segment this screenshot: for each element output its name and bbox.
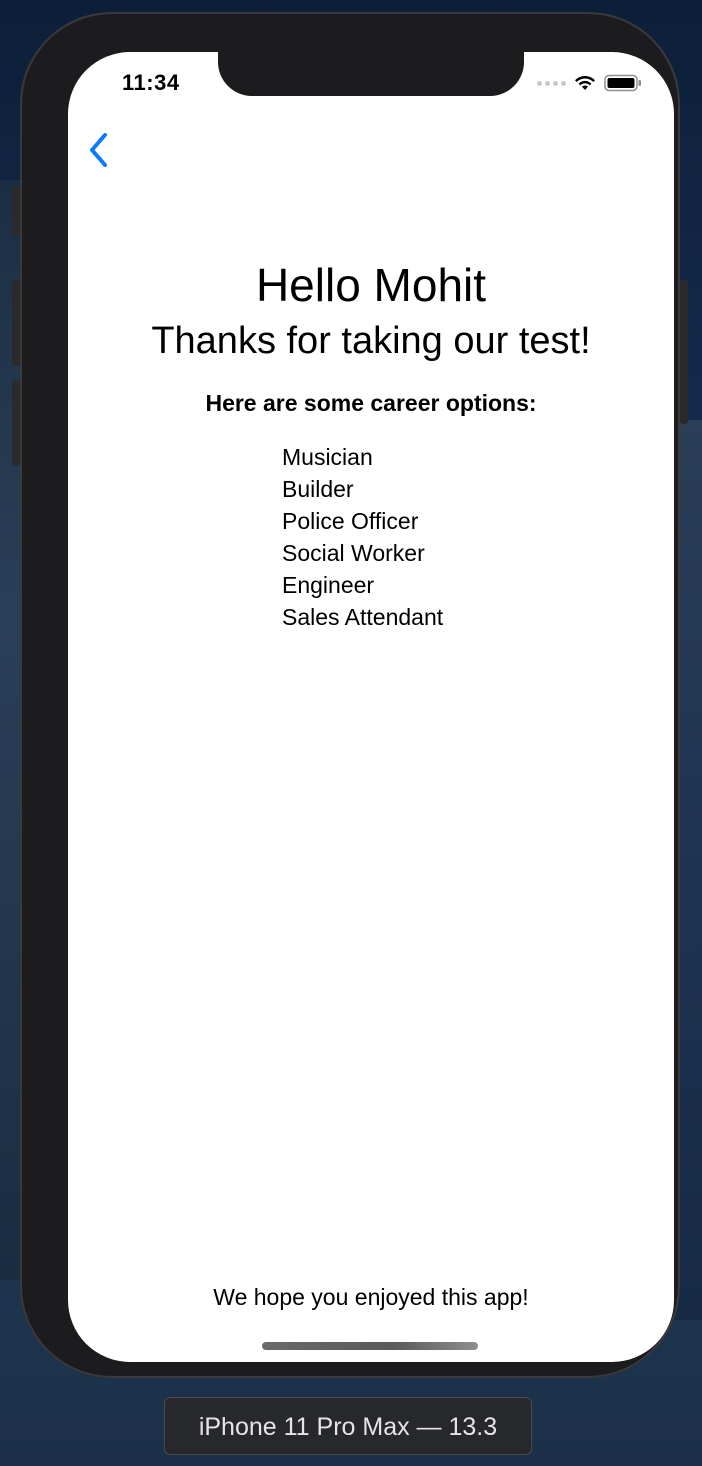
career-item: Musician: [282, 444, 373, 470]
back-button[interactable]: [86, 132, 112, 168]
cellular-signal-icon: [537, 80, 566, 86]
career-item: Social Worker: [282, 540, 425, 566]
simulator-device-label: iPhone 11 Pro Max — 13.3: [164, 1397, 532, 1455]
volume-down-button: [12, 380, 20, 466]
app-screen: 11:34 Hello Mohit Thanks for taking our …: [68, 52, 674, 1362]
career-options-heading: Here are some career options:: [205, 390, 537, 416]
volume-up-button: [12, 280, 20, 366]
status-time: 11:34: [122, 70, 180, 95]
battery-icon: [604, 74, 641, 92]
home-indicator[interactable]: [262, 1342, 478, 1350]
career-item: Engineer: [282, 572, 375, 598]
greeting-title: Hello Mohit: [255, 259, 487, 311]
status-icons: [537, 74, 642, 92]
wifi-icon: [575, 75, 595, 90]
career-item: Sales Attendant: [282, 604, 444, 630]
power-button: [680, 280, 688, 424]
career-item: Builder: [282, 476, 354, 502]
chevron-left-icon: [90, 133, 107, 167]
mute-switch: [12, 186, 20, 236]
career-item: Police Officer: [282, 508, 419, 534]
notch: [218, 52, 524, 96]
device-frame: 11:34 Hello Mohit Thanks for taking our …: [20, 12, 680, 1378]
thanks-subtitle: Thanks for taking our test!: [151, 320, 591, 362]
footer-message: We hope you enjoyed this app!: [213, 1284, 529, 1310]
career-list: Musician Builder Police Officer Social W…: [282, 441, 443, 633]
